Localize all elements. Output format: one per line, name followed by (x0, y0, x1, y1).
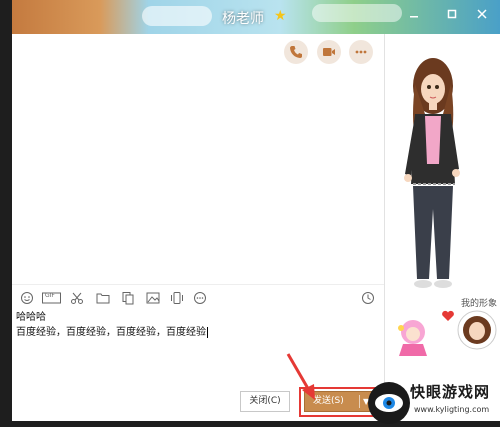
close-icon[interactable] (474, 8, 490, 24)
more-circle-icon[interactable] (193, 290, 207, 304)
more-icon[interactable] (349, 40, 373, 64)
image-file-icon[interactable] (121, 290, 135, 305)
chat-content: GIF 哈哈哈 百度经验，百度经验，百度经验，百度经验 关闭(C) 发送(S) … (12, 34, 500, 421)
input-toolbar: GIF (12, 284, 384, 308)
pointer-arrow-icon (286, 353, 315, 400)
character-avatar-icon (404, 58, 460, 288)
star-icon: ★ (274, 8, 287, 24)
gif-icon[interactable]: GIF (42, 290, 62, 304)
message-input-text: 百度经验，百度经验，百度经验，百度经验 (16, 327, 206, 338)
maximize-icon[interactable] (444, 8, 460, 24)
title-bar-decoration (312, 4, 402, 22)
user-avatar[interactable] (457, 310, 497, 350)
watermark-url: www.kyligting.com (414, 405, 490, 414)
minimize-icon[interactable] (406, 8, 422, 24)
message-area: GIF 哈哈哈 百度经验，百度经验，百度经验，百度经验 关闭(C) 发送(S) … (12, 34, 384, 421)
gif-label: GIF (45, 292, 55, 299)
emoji-icon[interactable] (20, 290, 34, 304)
folder-icon[interactable] (96, 290, 110, 304)
chat-window: 杨老师 ★ GIF 哈哈哈 百度经验，百度经验，百度经验，百度经验 关闭(C) … (0, 0, 500, 427)
phone-icon[interactable] (284, 40, 308, 64)
picture-icon[interactable] (146, 290, 160, 304)
video-icon[interactable] (317, 40, 341, 64)
scissors-icon[interactable] (70, 290, 84, 304)
watermark-logo (368, 382, 410, 424)
shake-icon[interactable] (170, 290, 184, 304)
avatar-panel: 我的形象 (384, 34, 500, 421)
watermark-name: 快眼游戏网 (410, 383, 491, 401)
text-caret (207, 326, 208, 338)
sticker-character-icon (398, 320, 427, 356)
title-bar-decoration (142, 6, 212, 26)
heart-icon (442, 310, 454, 321)
title-bar[interactable]: 杨老师 ★ (12, 0, 500, 34)
history-clock-icon[interactable] (361, 290, 375, 304)
message-input-line: 百度经验，百度经验，百度经验，百度经验 (16, 325, 382, 340)
avatar-label: 我的形象 (461, 299, 498, 309)
message-input-line: 哈哈哈 (16, 312, 46, 323)
window-title: 杨老师 (222, 11, 264, 27)
message-input[interactable]: 哈哈哈 百度经验，百度经验，百度经验，百度经验 (16, 310, 382, 340)
